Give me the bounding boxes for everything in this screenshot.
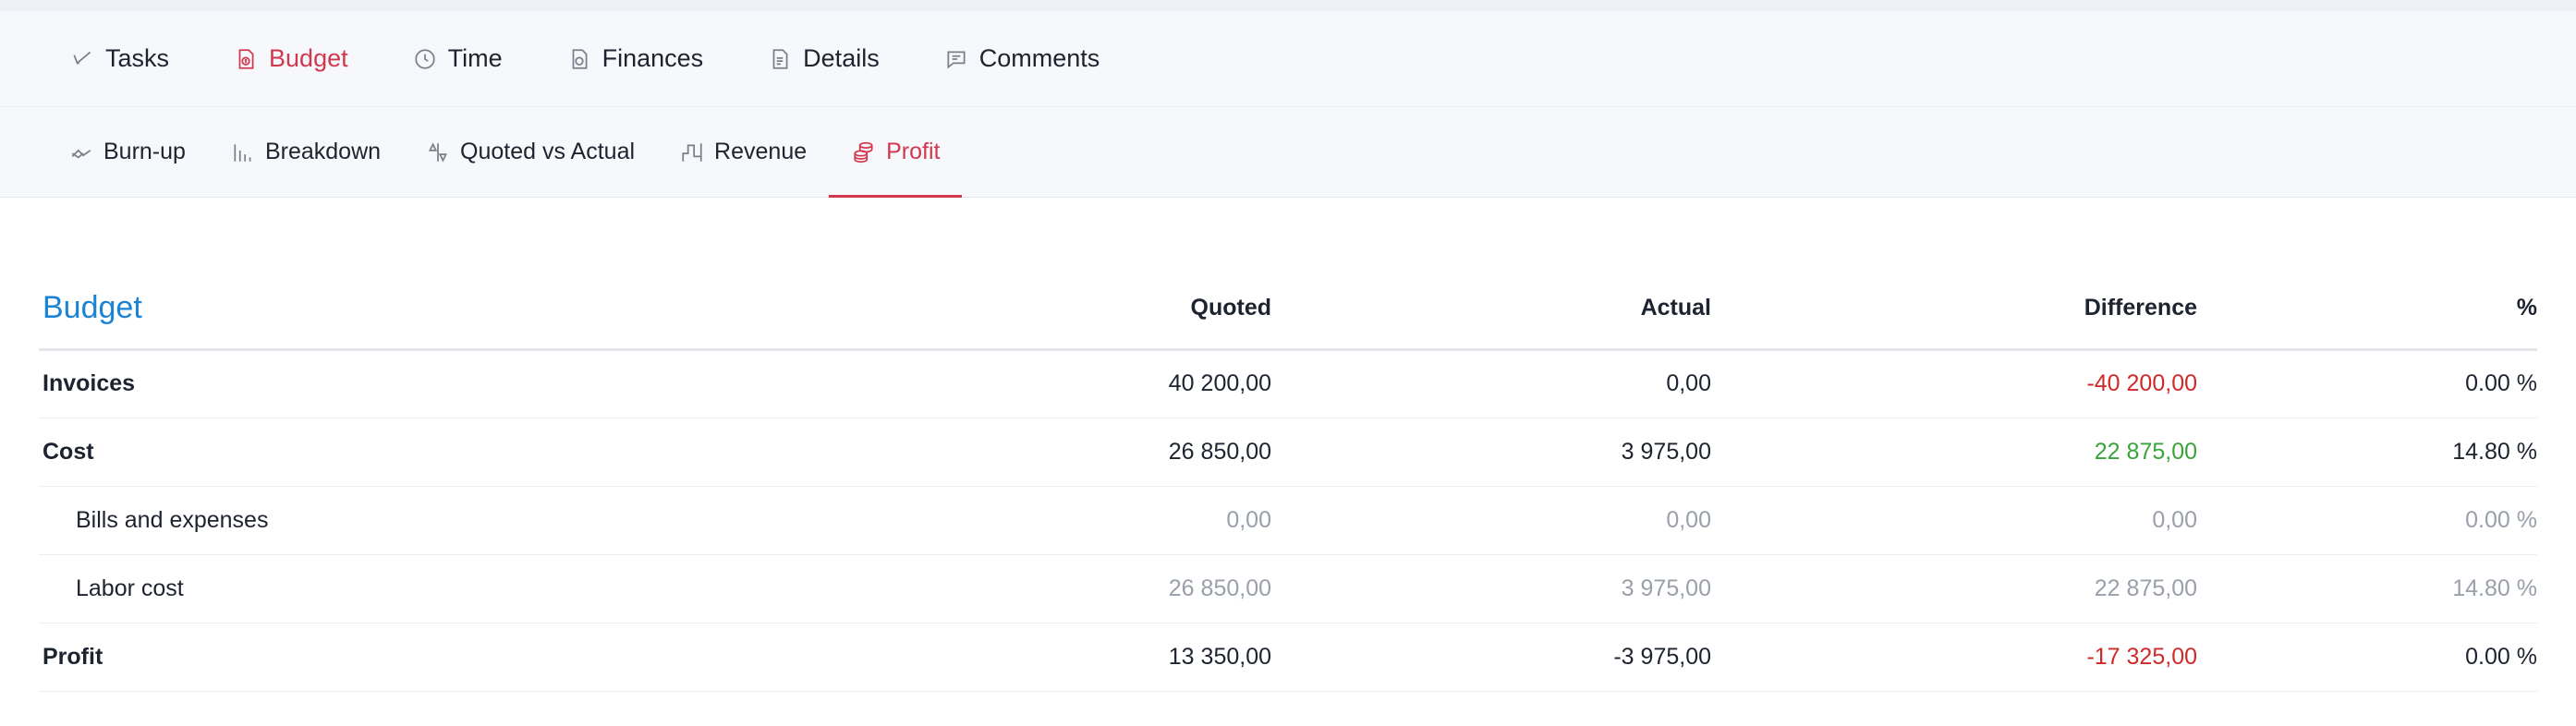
budget-icon — [232, 45, 260, 73]
finances-icon — [565, 45, 593, 73]
actual-value: 0,00 — [1271, 349, 1711, 418]
table-row-profit: Profit 13 350,00 -3 975,00 -17 325,00 0.… — [39, 623, 2537, 692]
main-tab-bar: Tasks Budget Time Finances Details Comme… — [0, 11, 2576, 107]
row-label: Cost — [39, 417, 612, 487]
table-header-row: Budget Quoted Actual Difference % — [39, 268, 2537, 351]
sub-tab-bar: Burn-up Breakdown Quoted vs Actual Reven… — [0, 107, 2576, 198]
percent-value: 14.80 % — [2197, 417, 2537, 487]
actual-value: 3 975,00 — [1271, 554, 1711, 623]
column-header-actual[interactable]: Actual — [1271, 268, 1711, 351]
budget-table: Budget Quoted Actual Difference % Invoic… — [39, 268, 2537, 692]
difference-value: -40 200,00 — [1711, 349, 2197, 418]
percent-value: 0.00 % — [2197, 486, 2537, 555]
percent-value: 0.00 % — [2197, 623, 2537, 692]
percent-value: 14.80 % — [2197, 554, 2537, 623]
tab-label: Tasks — [105, 44, 170, 72]
column-header-quoted[interactable]: Quoted — [612, 268, 1271, 351]
difference-value: -17 325,00 — [1711, 623, 2197, 692]
column-header-percent[interactable]: % — [2197, 268, 2537, 351]
table-row-labor-cost: Labor cost 26 850,00 3 975,00 22 875,00 … — [39, 554, 2537, 623]
table-row-invoices: Invoices 40 200,00 0,00 -40 200,00 0.00 … — [39, 349, 2537, 418]
clock-icon — [411, 45, 439, 73]
budget-section: Budget Quoted Actual Difference % Invoic… — [0, 268, 2576, 692]
table-row-cost: Cost 26 850,00 3 975,00 22 875,00 14.80 … — [39, 417, 2537, 487]
comment-icon — [942, 45, 970, 73]
subtab-label: Profit — [886, 139, 941, 164]
table-title: Budget — [39, 268, 612, 351]
quoted-value: 13 350,00 — [612, 623, 1271, 692]
column-header-difference[interactable]: Difference — [1711, 268, 2197, 351]
compare-icon — [425, 139, 451, 165]
bar-chart-icon — [230, 139, 256, 165]
tab-label: Comments — [978, 44, 1100, 72]
row-label: Profit — [39, 623, 612, 692]
tab-budget[interactable]: Budget — [232, 44, 348, 73]
actual-value: 3 975,00 — [1271, 417, 1711, 487]
step-chart-icon — [679, 139, 705, 165]
tab-label: Details — [803, 44, 880, 72]
quoted-value: 26 850,00 — [612, 554, 1271, 623]
table-row-bills-and-expenses: Bills and expenses 0,00 0,00 0,00 0.00 % — [39, 486, 2537, 555]
row-label: Bills and expenses — [39, 486, 612, 555]
tab-finances[interactable]: Finances — [565, 44, 704, 73]
tab-details[interactable]: Details — [766, 44, 880, 73]
subtab-label: Revenue — [714, 139, 808, 164]
check-icon — [68, 45, 96, 73]
subtab-label: Burn-up — [103, 139, 186, 164]
burnup-icon — [68, 139, 94, 165]
quoted-value: 40 200,00 — [612, 349, 1271, 418]
row-label: Invoices — [39, 349, 612, 418]
tab-label: Time — [447, 44, 503, 72]
actual-value: 0,00 — [1271, 486, 1711, 555]
top-strip — [0, 0, 2576, 11]
quoted-value: 26 850,00 — [612, 417, 1271, 487]
subtab-label: Breakdown — [264, 139, 382, 164]
tab-label: Finances — [601, 44, 704, 72]
difference-value: 22 875,00 — [1711, 554, 2197, 623]
document-icon — [766, 45, 794, 73]
subtab-burn-up[interactable]: Burn-up — [68, 107, 186, 197]
actual-value: -3 975,00 — [1271, 623, 1711, 692]
percent-value: 0.00 % — [2197, 349, 2537, 418]
tab-tasks[interactable]: Tasks — [68, 44, 169, 73]
row-label: Labor cost — [39, 554, 612, 623]
subtab-profit[interactable]: Profit — [829, 107, 963, 198]
tab-time[interactable]: Time — [411, 44, 503, 73]
coins-icon — [851, 139, 877, 165]
subtab-quoted-vs-actual[interactable]: Quoted vs Actual — [425, 107, 635, 197]
difference-value: 0,00 — [1711, 486, 2197, 555]
subtab-breakdown[interactable]: Breakdown — [230, 107, 381, 197]
subtab-revenue[interactable]: Revenue — [679, 107, 807, 197]
subtab-label: Quoted vs Actual — [460, 139, 636, 164]
tab-label: Budget — [269, 44, 348, 72]
difference-value: 22 875,00 — [1711, 417, 2197, 487]
quoted-value: 0,00 — [612, 486, 1271, 555]
tab-comments[interactable]: Comments — [942, 44, 1100, 73]
